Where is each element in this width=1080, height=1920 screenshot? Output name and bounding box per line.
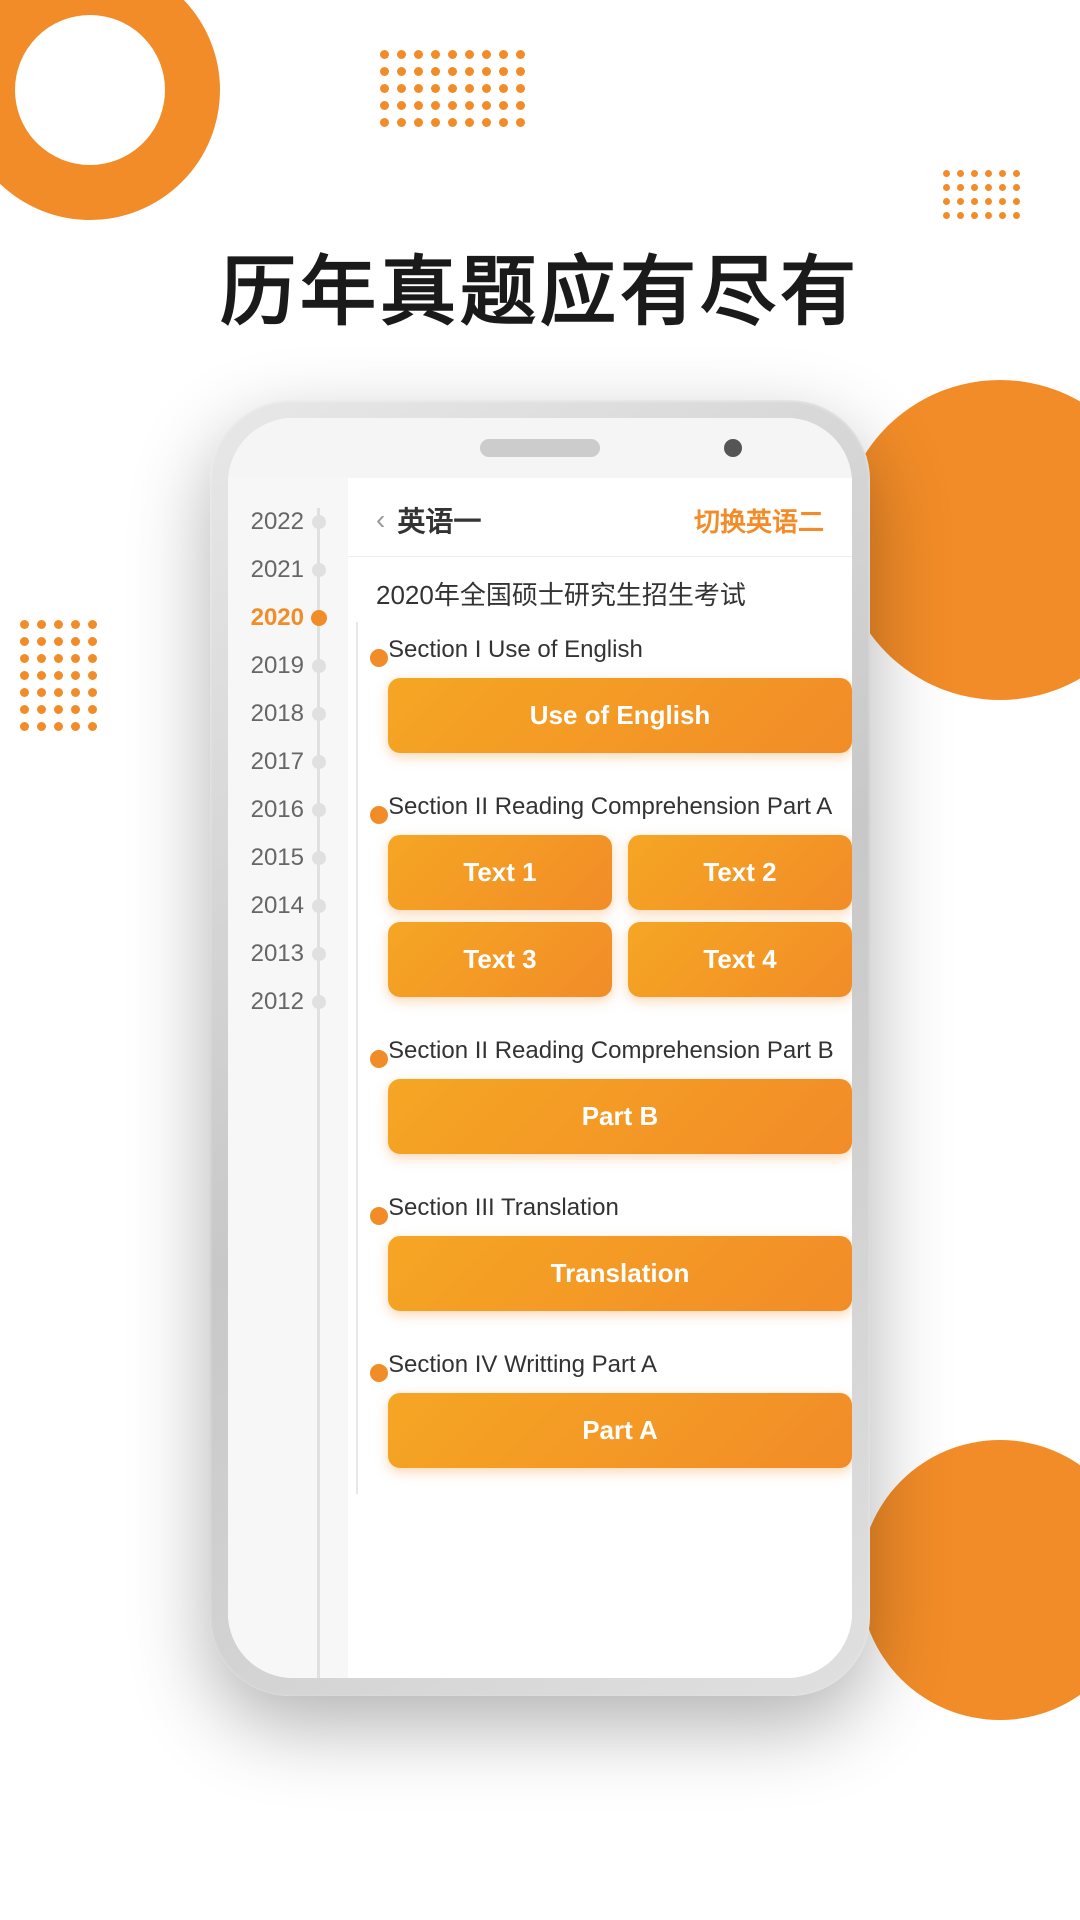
year-item-2016[interactable]: 2016 — [228, 786, 348, 834]
section-btn-use-of-english[interactable]: Use of English — [388, 678, 852, 753]
phone-content-area: 2022202120202019201820172016201520142013… — [228, 478, 852, 1678]
page-main-title: 历年真题应有尽有 — [0, 230, 1080, 340]
year-item-2019[interactable]: 2019 — [228, 642, 348, 690]
year-item-2013[interactable]: 2013 — [228, 930, 348, 978]
section-label-2: Section II Reading Comprehension Part A — [388, 793, 852, 821]
switch-exam-button[interactable]: 切换英语二 — [694, 502, 824, 539]
section-entry-1: Section I Use of English Use of English — [368, 622, 852, 779]
content-area: ‹ 英语一 切换英语二 2020年全国硕士研究生招生考试 Section I U… — [348, 478, 852, 1678]
bg-dots-top-center — [380, 50, 525, 127]
section-label-5: Section IV Writting Part A — [388, 1351, 852, 1379]
year-item-2017[interactable]: 2017 — [228, 738, 348, 786]
section-btn-text-2[interactable]: Text 2 — [628, 835, 852, 910]
year-item-2020[interactable]: 2020 — [228, 594, 348, 642]
exam-title: 2020年全国硕士研究生招生考试 — [348, 557, 852, 622]
btn-row-5-1: Part A — [388, 1393, 852, 1468]
year-item-2022[interactable]: 2022 — [228, 498, 348, 546]
bg-dots-top-right — [943, 170, 1020, 219]
section-entry-5: Section IV Writting Part A Part A — [368, 1337, 852, 1494]
section-btn-text-3[interactable]: Text 3 — [388, 922, 612, 997]
bg-circle-right-mid — [840, 380, 1080, 700]
btn-row-4-1: Translation — [388, 1236, 852, 1311]
btn-row-2-2: Text 3Text 4 — [388, 922, 852, 997]
year-sidebar: 2022202120202019201820172016201520142013… — [228, 478, 348, 1678]
back-button[interactable]: ‹ — [376, 504, 385, 536]
btn-row-3-1: Part B — [388, 1079, 852, 1154]
phone-mockup: 2022202120202019201820172016201520142013… — [210, 400, 870, 1696]
bg-circle-decoration — [0, 0, 220, 220]
section-entry-2: Section II Reading Comprehension Part A T… — [368, 779, 852, 1023]
exam-type-title: 英语一 — [397, 500, 481, 540]
section-btn-part-b[interactable]: Part B — [388, 1079, 852, 1154]
phone-notch — [228, 418, 852, 478]
section-btn-text-1[interactable]: Text 1 — [388, 835, 612, 910]
section-entry-3: Section II Reading Comprehension Part B P… — [368, 1023, 852, 1180]
section-btn-text-4[interactable]: Text 4 — [628, 922, 852, 997]
phone-speaker — [480, 439, 600, 457]
year-item-2012[interactable]: 2012 — [228, 978, 348, 1026]
year-item-2014[interactable]: 2014 — [228, 882, 348, 930]
year-item-2015[interactable]: 2015 — [228, 834, 348, 882]
bg-arc-bottom-right — [860, 1440, 1080, 1720]
section-btn-translation[interactable]: Translation — [388, 1236, 852, 1311]
phone-camera — [724, 439, 742, 457]
section-label-3: Section II Reading Comprehension Part B — [388, 1037, 852, 1065]
year-item-2018[interactable]: 2018 — [228, 690, 348, 738]
section-btn-part-a[interactable]: Part A — [388, 1393, 852, 1468]
sections-wrapper: Section I Use of EnglishUse of EnglishSe… — [348, 622, 852, 1494]
btn-row-1-1: Use of English — [388, 678, 852, 753]
btn-row-2-1: Text 1Text 2 — [388, 835, 852, 910]
section-label-1: Section I Use of English — [388, 636, 852, 664]
bg-dots-left-mid — [20, 620, 97, 731]
section-label-4: Section III Translation — [388, 1194, 852, 1222]
section-entry-4: Section III Translation Translation — [368, 1180, 852, 1337]
year-item-2021[interactable]: 2021 — [228, 546, 348, 594]
content-header: ‹ 英语一 切换英语二 — [348, 478, 852, 557]
